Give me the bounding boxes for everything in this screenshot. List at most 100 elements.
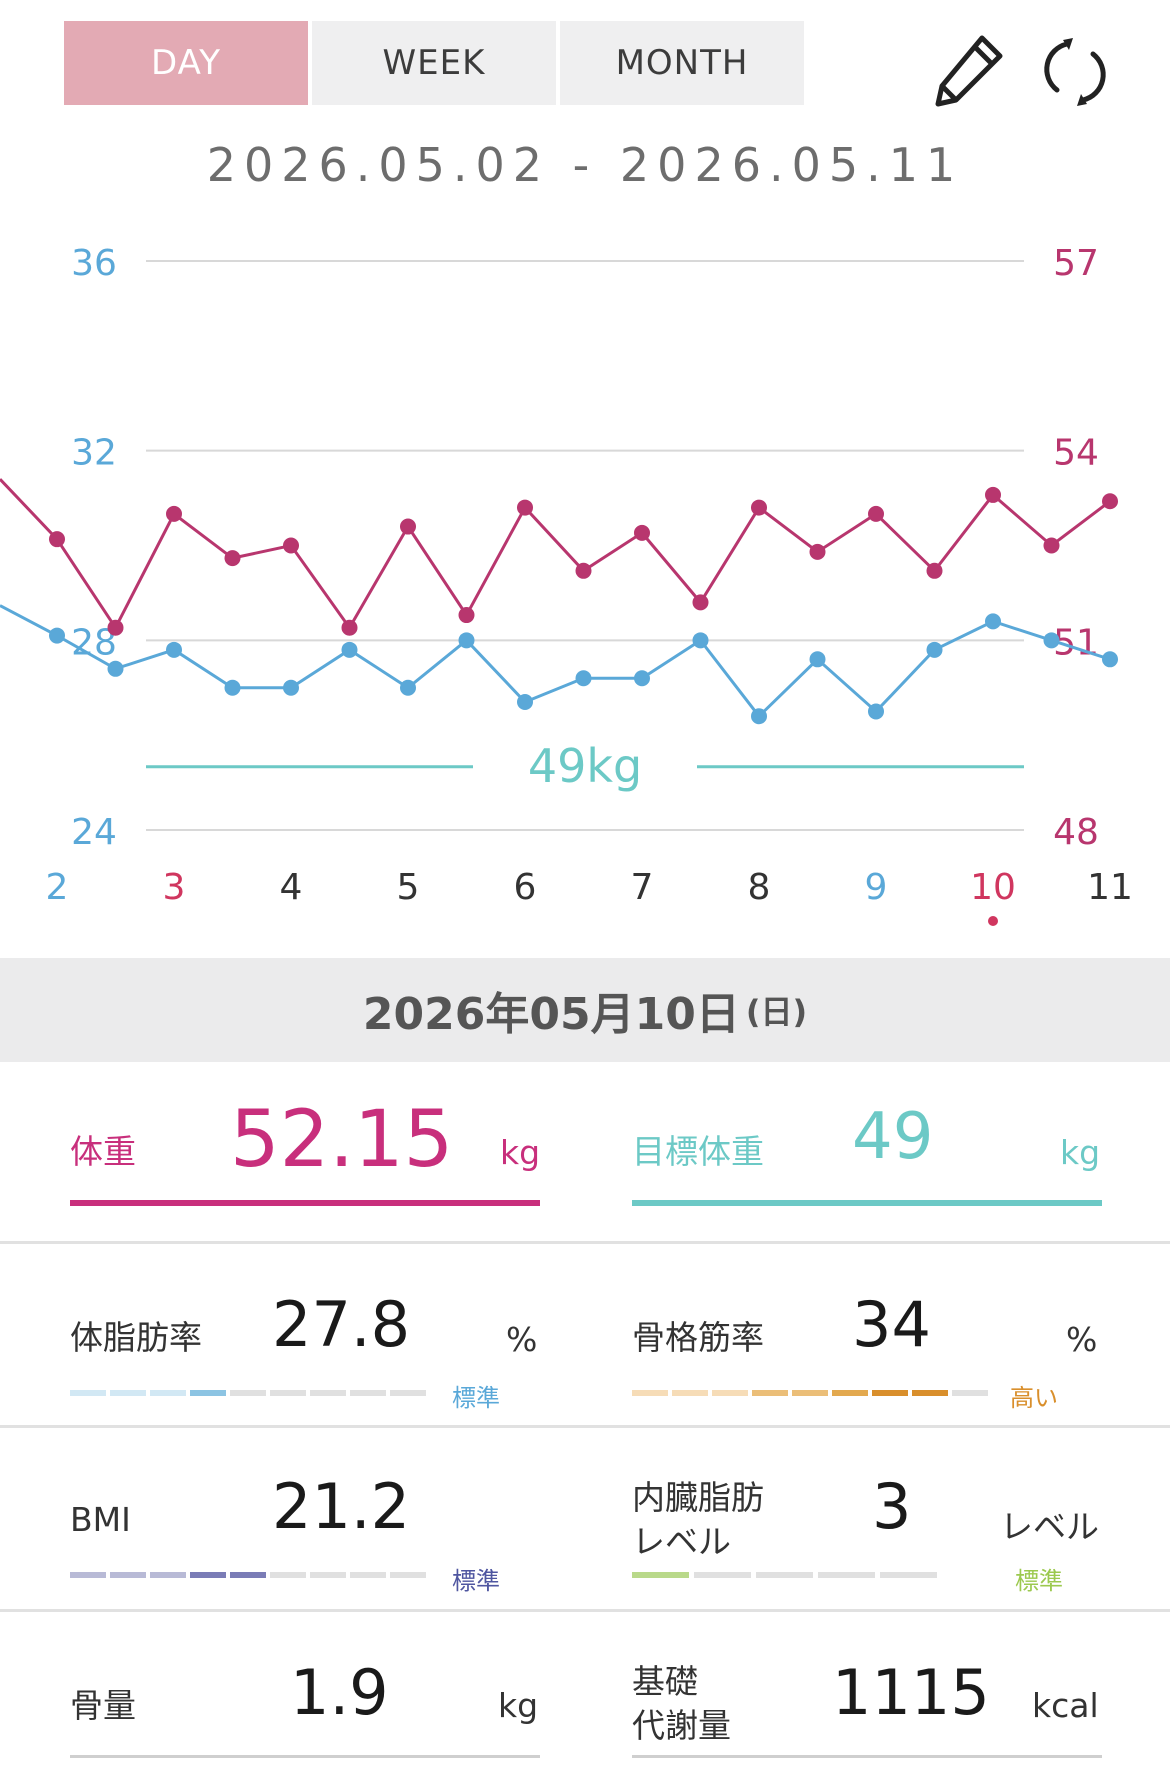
data-point [283, 537, 299, 554]
data-point [985, 486, 1001, 503]
data-point [985, 613, 1001, 630]
refresh-icon[interactable] [1033, 30, 1117, 114]
visceral-fat-label-line1: 内臓脂肪 [632, 1478, 764, 1517]
bmi-level: 標準 [452, 1567, 500, 1595]
x-axis-tick: 6 [514, 867, 537, 908]
left-axis-tick: 36 [71, 243, 117, 284]
selected-day-marker [988, 916, 998, 926]
body-fat-level-bar [70, 1390, 426, 1396]
target-line-label: 49kg [528, 739, 642, 793]
skeletal-muscle-level-bar [632, 1390, 988, 1396]
divider [0, 1241, 1170, 1244]
body-fat-unit: % [506, 1320, 538, 1359]
period-tabs: DAY WEEK MONTH [64, 21, 804, 105]
weight-underline [70, 1200, 540, 1206]
data-point [809, 543, 826, 560]
body-fat-level: 標準 [452, 1384, 500, 1412]
visceral-fat-unit: レベル [1000, 1507, 1099, 1546]
data-point [283, 679, 299, 696]
bone-mass-label: 骨量 [70, 1686, 136, 1725]
visceral-fat-value: 3 [872, 1470, 912, 1543]
right-axis-tick: 48 [1053, 812, 1099, 853]
x-axis-tick: 2 [46, 867, 69, 908]
weight-label: 体重 [70, 1132, 136, 1171]
divider [70, 1755, 540, 1758]
data-point [517, 693, 533, 710]
series-line [0, 604, 1111, 719]
data-point [49, 531, 65, 548]
data-point [400, 679, 416, 696]
x-axis-tick: 8 [748, 867, 771, 908]
selected-weekday: (日) [745, 993, 808, 1031]
bmi-label: BMI [70, 1500, 131, 1539]
data-point [1102, 651, 1118, 668]
data-point [868, 703, 884, 720]
data-point [107, 660, 124, 677]
bone-mass-value: 1.9 [290, 1656, 389, 1729]
data-point [692, 632, 709, 649]
data-point [575, 670, 592, 687]
data-point [692, 594, 709, 611]
bmr-label-line1: 基礎 [632, 1662, 698, 1701]
series-line [0, 478, 1111, 631]
tab-week[interactable]: WEEK [312, 21, 556, 105]
skeletal-muscle-label: 骨格筋率 [632, 1318, 764, 1357]
data-point [341, 619, 358, 636]
data-point [809, 651, 826, 668]
weight-chart: 36 5732 5428 5124 4849kg2 3 4 5 6 7 8 9 10 11 [0, 243, 1133, 926]
data-point [400, 518, 416, 535]
target-weight-unit: kg [1060, 1133, 1101, 1172]
bmr-label-line2: 代謝量 [632, 1706, 731, 1745]
skeletal-muscle-value: 34 [852, 1288, 931, 1361]
bmr-unit: kcal [1032, 1686, 1099, 1725]
weight-value: 52.15 [230, 1095, 454, 1185]
body-fat-label: 体脂肪率 [70, 1318, 202, 1357]
visceral-fat-label: 内臓脂肪 レベル [632, 1476, 764, 1564]
target-weight-underline [632, 1200, 1102, 1206]
selected-date: 2026年05月10日 [362, 989, 740, 1040]
left-axis-tick: 24 [71, 812, 117, 853]
data-point [575, 562, 592, 579]
visceral-fat-label-line2: レベル [632, 1522, 731, 1561]
data-point [751, 708, 767, 725]
data-point [166, 641, 182, 658]
data-point [224, 679, 241, 696]
data-point [926, 562, 943, 579]
tab-day[interactable]: DAY [64, 21, 308, 105]
x-axis-tick: 4 [280, 867, 303, 908]
data-point [49, 627, 65, 644]
right-axis-tick: 54 [1053, 433, 1099, 474]
divider [0, 1609, 1170, 1612]
x-axis-tick: 3 [163, 867, 186, 908]
x-axis-tick: 9 [865, 867, 888, 908]
tab-month[interactable]: MONTH [560, 21, 804, 105]
data-point [458, 607, 475, 624]
right-axis-tick: 57 [1053, 243, 1099, 284]
selected-date-bar: 2026年05月10日 (日) [0, 958, 1170, 1062]
bmi-level-bar [70, 1572, 426, 1578]
data-point [107, 619, 124, 636]
weight-unit: kg [500, 1133, 541, 1172]
date-range: 2026.05.02 - 2026.05.11 [206, 138, 964, 192]
data-point [634, 670, 650, 687]
bone-mass-unit: kg [498, 1686, 539, 1725]
data-point [1102, 493, 1118, 510]
bmr-label: 基礎 代謝量 [632, 1660, 731, 1748]
left-axis-tick: 32 [71, 433, 117, 474]
pencil-icon[interactable] [928, 30, 1012, 114]
data-point [634, 524, 650, 541]
data-point [166, 505, 182, 522]
data-point [1043, 537, 1060, 554]
data-point [341, 641, 358, 658]
data-point [926, 641, 943, 658]
bmi-value: 21.2 [272, 1470, 411, 1543]
divider [0, 1425, 1170, 1428]
data-point [751, 499, 767, 516]
data-point [868, 505, 884, 522]
x-axis-tick: 11 [1087, 867, 1133, 908]
x-axis-tick: 5 [397, 867, 420, 908]
target-weight-value: 49 [852, 1100, 934, 1174]
data-point [458, 632, 475, 649]
x-axis-tick: 7 [631, 867, 654, 908]
data-point [517, 499, 533, 516]
